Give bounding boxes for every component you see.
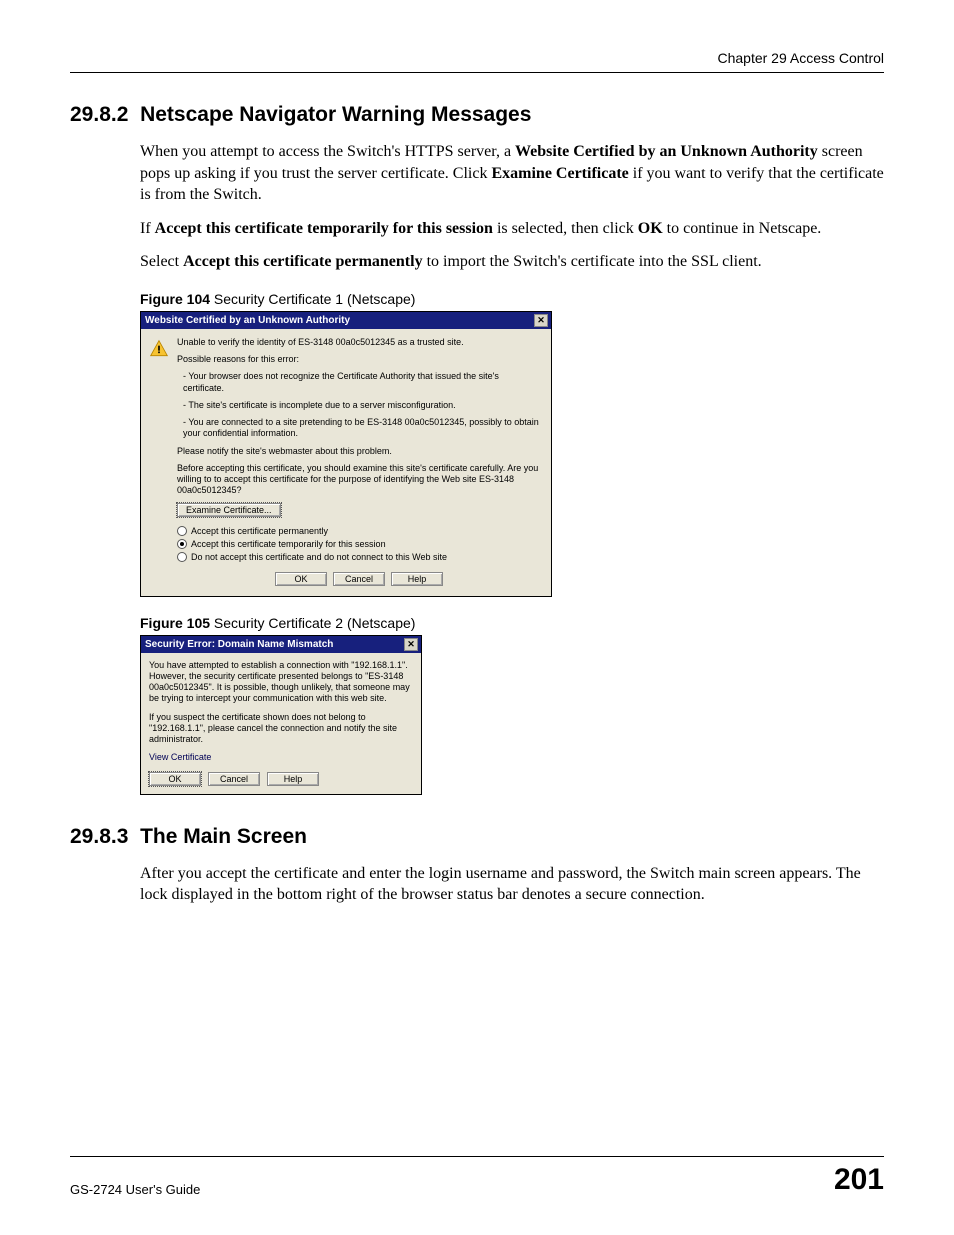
examine-certificate-button[interactable]: Examine Certificate... <box>177 503 281 517</box>
radio-label: Accept this certificate temporarily for … <box>191 539 386 549</box>
paragraph: When you attempt to access the Switch's … <box>140 141 884 206</box>
paragraph: If Accept this certificate temporarily f… <box>140 218 884 240</box>
warning-icon <box>149 339 169 359</box>
dialog-text: Before accepting this certificate, you s… <box>177 463 541 497</box>
dialog-title: Website Certified by an Unknown Authorit… <box>145 315 350 326</box>
radio-do-not-accept[interactable]: Do not accept this certificate and do no… <box>177 552 541 562</box>
dialog-text: Unable to verify the identity of ES-3148… <box>177 337 541 348</box>
radio-icon <box>177 526 187 536</box>
figure-caption-105: Figure 105 Security Certificate 2 (Netsc… <box>140 615 884 631</box>
bold-text: Accept this certificate temporarily for … <box>155 220 493 237</box>
section-number: 29.8.2 <box>70 103 128 126</box>
text: Select <box>140 253 183 270</box>
dialog-text: You have attempted to establish a connec… <box>149 660 413 705</box>
bold-text: Website Certified by an Unknown Authorit… <box>515 143 818 160</box>
page-number: 201 <box>834 1163 884 1197</box>
ok-button[interactable]: OK <box>149 772 201 786</box>
cancel-button[interactable]: Cancel <box>208 772 260 786</box>
bold-text: Accept this certificate permanently <box>183 253 422 270</box>
dialog-text: - The site's certificate is incomplete d… <box>183 400 541 411</box>
paragraph: Select Accept this certificate permanent… <box>140 251 884 273</box>
footer-rule <box>70 1156 884 1157</box>
radio-accept-temporarily[interactable]: Accept this certificate temporarily for … <box>177 539 541 549</box>
figure-caption-104: Figure 104 Security Certificate 1 (Netsc… <box>140 291 884 307</box>
footer-guide-name: GS-2724 User's Guide <box>70 1182 200 1197</box>
help-button[interactable]: Help <box>391 572 443 586</box>
dialog-text: Please notify the site's webmaster about… <box>177 446 541 457</box>
radio-accept-permanently[interactable]: Accept this certificate permanently <box>177 526 541 536</box>
dialog-text: Possible reasons for this error: <box>177 354 541 365</box>
dialog-text: - You are connected to a site pretending… <box>183 417 541 440</box>
text: to continue in Netscape. <box>663 220 822 237</box>
radio-icon <box>177 539 187 549</box>
close-icon[interactable]: ✕ <box>534 314 548 327</box>
section-heading-2982: 29.8.2 Netscape Navigator Warning Messag… <box>70 103 884 127</box>
text: If <box>140 220 155 237</box>
figure-number: Figure 105 <box>140 615 210 631</box>
figure-title: Security Certificate 2 (Netscape) <box>210 615 415 631</box>
figure-number: Figure 104 <box>140 291 210 307</box>
cancel-button[interactable]: Cancel <box>333 572 385 586</box>
text: to import the Switch's certificate into … <box>423 253 762 270</box>
header-rule <box>70 72 884 73</box>
close-icon[interactable]: ✕ <box>404 638 418 651</box>
section-number: 29.8.3 <box>70 825 128 848</box>
section-title: The Main Screen <box>140 825 307 848</box>
paragraph: After you accept the certificate and ent… <box>140 863 884 906</box>
dialog-titlebar: Security Error: Domain Name Mismatch ✕ <box>141 636 421 653</box>
radio-label: Do not accept this certificate and do no… <box>191 552 447 562</box>
text: is selected, then click <box>493 220 638 237</box>
ok-button[interactable]: OK <box>275 572 327 586</box>
dialog-text: - Your browser does not recognize the Ce… <box>183 371 541 394</box>
view-certificate-link[interactable]: View Certificate <box>149 752 211 762</box>
netscape-dialog-1: Website Certified by an Unknown Authorit… <box>140 311 552 597</box>
netscape-dialog-2: Security Error: Domain Name Mismatch ✕ Y… <box>140 635 422 795</box>
text: When you attempt to access the Switch's … <box>140 143 515 160</box>
chapter-header: Chapter 29 Access Control <box>70 50 884 66</box>
section-title: Netscape Navigator Warning Messages <box>140 103 531 126</box>
help-button[interactable]: Help <box>267 772 319 786</box>
radio-icon <box>177 552 187 562</box>
section-heading-2983: 29.8.3 The Main Screen <box>70 825 884 849</box>
dialog-titlebar: Website Certified by an Unknown Authorit… <box>141 312 551 329</box>
bold-text: OK <box>638 220 663 237</box>
dialog-title: Security Error: Domain Name Mismatch <box>145 639 333 650</box>
dialog-text: If you suspect the certificate shown doe… <box>149 712 413 746</box>
page-footer: GS-2724 User's Guide 201 <box>70 1156 884 1197</box>
bold-text: Examine Certificate <box>491 165 628 182</box>
radio-label: Accept this certificate permanently <box>191 526 328 536</box>
figure-title: Security Certificate 1 (Netscape) <box>210 291 415 307</box>
